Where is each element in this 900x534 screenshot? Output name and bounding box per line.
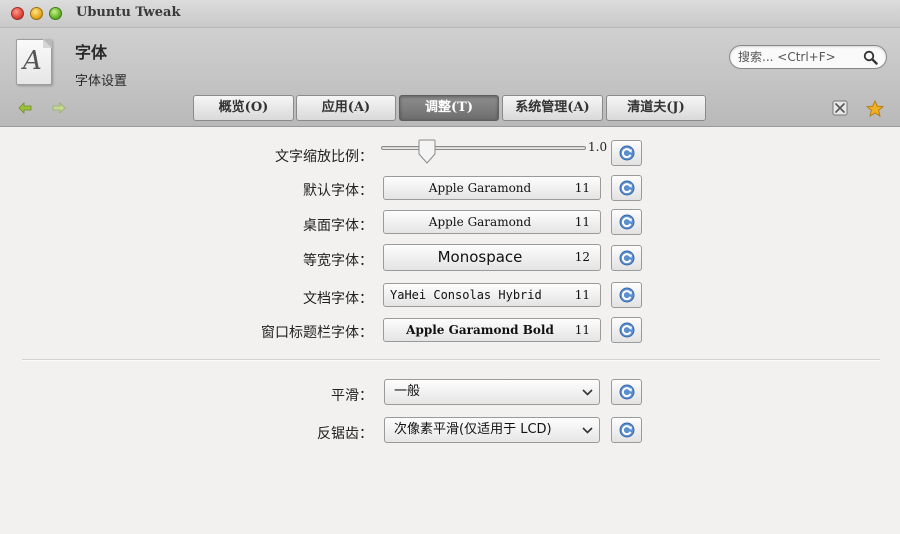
- section-divider: [22, 359, 880, 361]
- smoothing-reset-button[interactable]: [611, 379, 642, 405]
- smoothing-select[interactable]: 一般: [384, 379, 600, 405]
- page-title: 字体: [75, 43, 108, 62]
- window-minimize-button[interactable]: [30, 7, 43, 20]
- tab-admins[interactable]: 系统管理(A): [502, 95, 603, 121]
- reset-icon: [619, 250, 635, 266]
- monospace-font-name: Monospace: [437, 248, 523, 266]
- font-settings-panel: 文字缩放比例： 1.0 默认字体： Apple Garamond 11 桌面字体…: [0, 127, 900, 534]
- document-font-name: YaHei Consolas Hybrid: [390, 288, 542, 302]
- text-scale-label: 文字缩放比例：: [275, 149, 373, 165]
- window-title: Ubuntu Tweak: [76, 5, 181, 20]
- default-font-button[interactable]: Apple Garamond 11: [383, 176, 601, 200]
- monospace-font-label: 等宽字体：: [303, 253, 373, 269]
- chevron-down-icon: [582, 389, 593, 396]
- forward-arrow-icon[interactable]: [52, 102, 66, 114]
- font-icon-letter: A: [23, 46, 42, 76]
- titlebar-font-name: Apple Garamond Bold: [406, 323, 554, 337]
- document-font-label: 文档字体：: [303, 291, 373, 307]
- document-font-button[interactable]: YaHei Consolas Hybrid 11: [383, 283, 601, 307]
- search-input[interactable]: [738, 49, 860, 65]
- page-subtitle: 字体设置: [75, 74, 128, 89]
- tab-janitor[interactable]: 清道夫(J): [606, 95, 706, 121]
- titlebar-font-reset-button[interactable]: [611, 317, 642, 343]
- titlebar-font-size: 11: [574, 323, 590, 337]
- desktop-font-name: Apple Garamond: [428, 215, 532, 229]
- monospace-font-size: 12: [574, 250, 590, 264]
- reset-icon: [619, 145, 635, 161]
- star-icon[interactable]: [866, 100, 884, 117]
- preferences-icon[interactable]: [832, 100, 848, 116]
- reset-icon: [619, 214, 635, 230]
- font-document-icon: A: [16, 39, 52, 85]
- reset-icon: [619, 322, 635, 338]
- text-scale-slider-thumb[interactable]: [418, 139, 436, 165]
- monospace-font-button[interactable]: Monospace 12: [383, 244, 601, 271]
- smoothing-value: 一般: [394, 384, 421, 399]
- antialiasing-select[interactable]: 次像素平滑(仅适用于 LCD): [384, 417, 600, 443]
- tab-tweaks[interactable]: 调整(T): [399, 95, 499, 121]
- app-header: A 字体 字体设置 概览(O) 应用(A) 调整(T) 系统管理(A) 清道夫(…: [0, 28, 900, 127]
- antialiasing-value: 次像素平滑(仅适用于 LCD): [394, 422, 552, 437]
- document-font-size: 11: [574, 288, 590, 302]
- default-font-reset-button[interactable]: [611, 175, 642, 201]
- back-arrow-icon[interactable]: [18, 102, 32, 114]
- desktop-font-button[interactable]: Apple Garamond 11: [383, 210, 601, 234]
- window-close-button[interactable]: [11, 7, 24, 20]
- chevron-down-icon: [582, 427, 593, 434]
- desktop-font-label: 桌面字体：: [303, 218, 373, 234]
- tab-applications[interactable]: 应用(A): [296, 95, 396, 121]
- antialiasing-label: 反锯齿：: [317, 426, 373, 442]
- text-scale-slider[interactable]: [381, 146, 586, 150]
- document-font-reset-button[interactable]: [611, 282, 642, 308]
- smoothing-label: 平滑：: [331, 388, 373, 404]
- titlebar-font-label: 窗口标题栏字体：: [261, 325, 373, 341]
- desktop-font-reset-button[interactable]: [611, 209, 642, 235]
- default-font-size: 11: [574, 181, 590, 195]
- search-box[interactable]: [729, 45, 887, 69]
- antialiasing-reset-button[interactable]: [611, 417, 642, 443]
- monospace-font-reset-button[interactable]: [611, 245, 642, 271]
- reset-icon: [619, 287, 635, 303]
- reset-icon: [619, 384, 635, 400]
- default-font-name: Apple Garamond: [428, 181, 532, 195]
- desktop-font-size: 11: [574, 215, 590, 229]
- window-maximize-button[interactable]: [49, 7, 62, 20]
- text-scale-value: 1.0: [588, 140, 608, 154]
- tab-overview[interactable]: 概览(O): [193, 95, 294, 121]
- window-titlebar: Ubuntu Tweak: [0, 0, 900, 28]
- default-font-label: 默认字体：: [303, 183, 373, 199]
- reset-icon: [619, 422, 635, 438]
- reset-icon: [619, 180, 635, 196]
- titlebar-font-button[interactable]: Apple Garamond Bold 11: [383, 318, 601, 342]
- text-scale-reset-button[interactable]: [611, 140, 642, 166]
- search-icon[interactable]: [863, 50, 878, 65]
